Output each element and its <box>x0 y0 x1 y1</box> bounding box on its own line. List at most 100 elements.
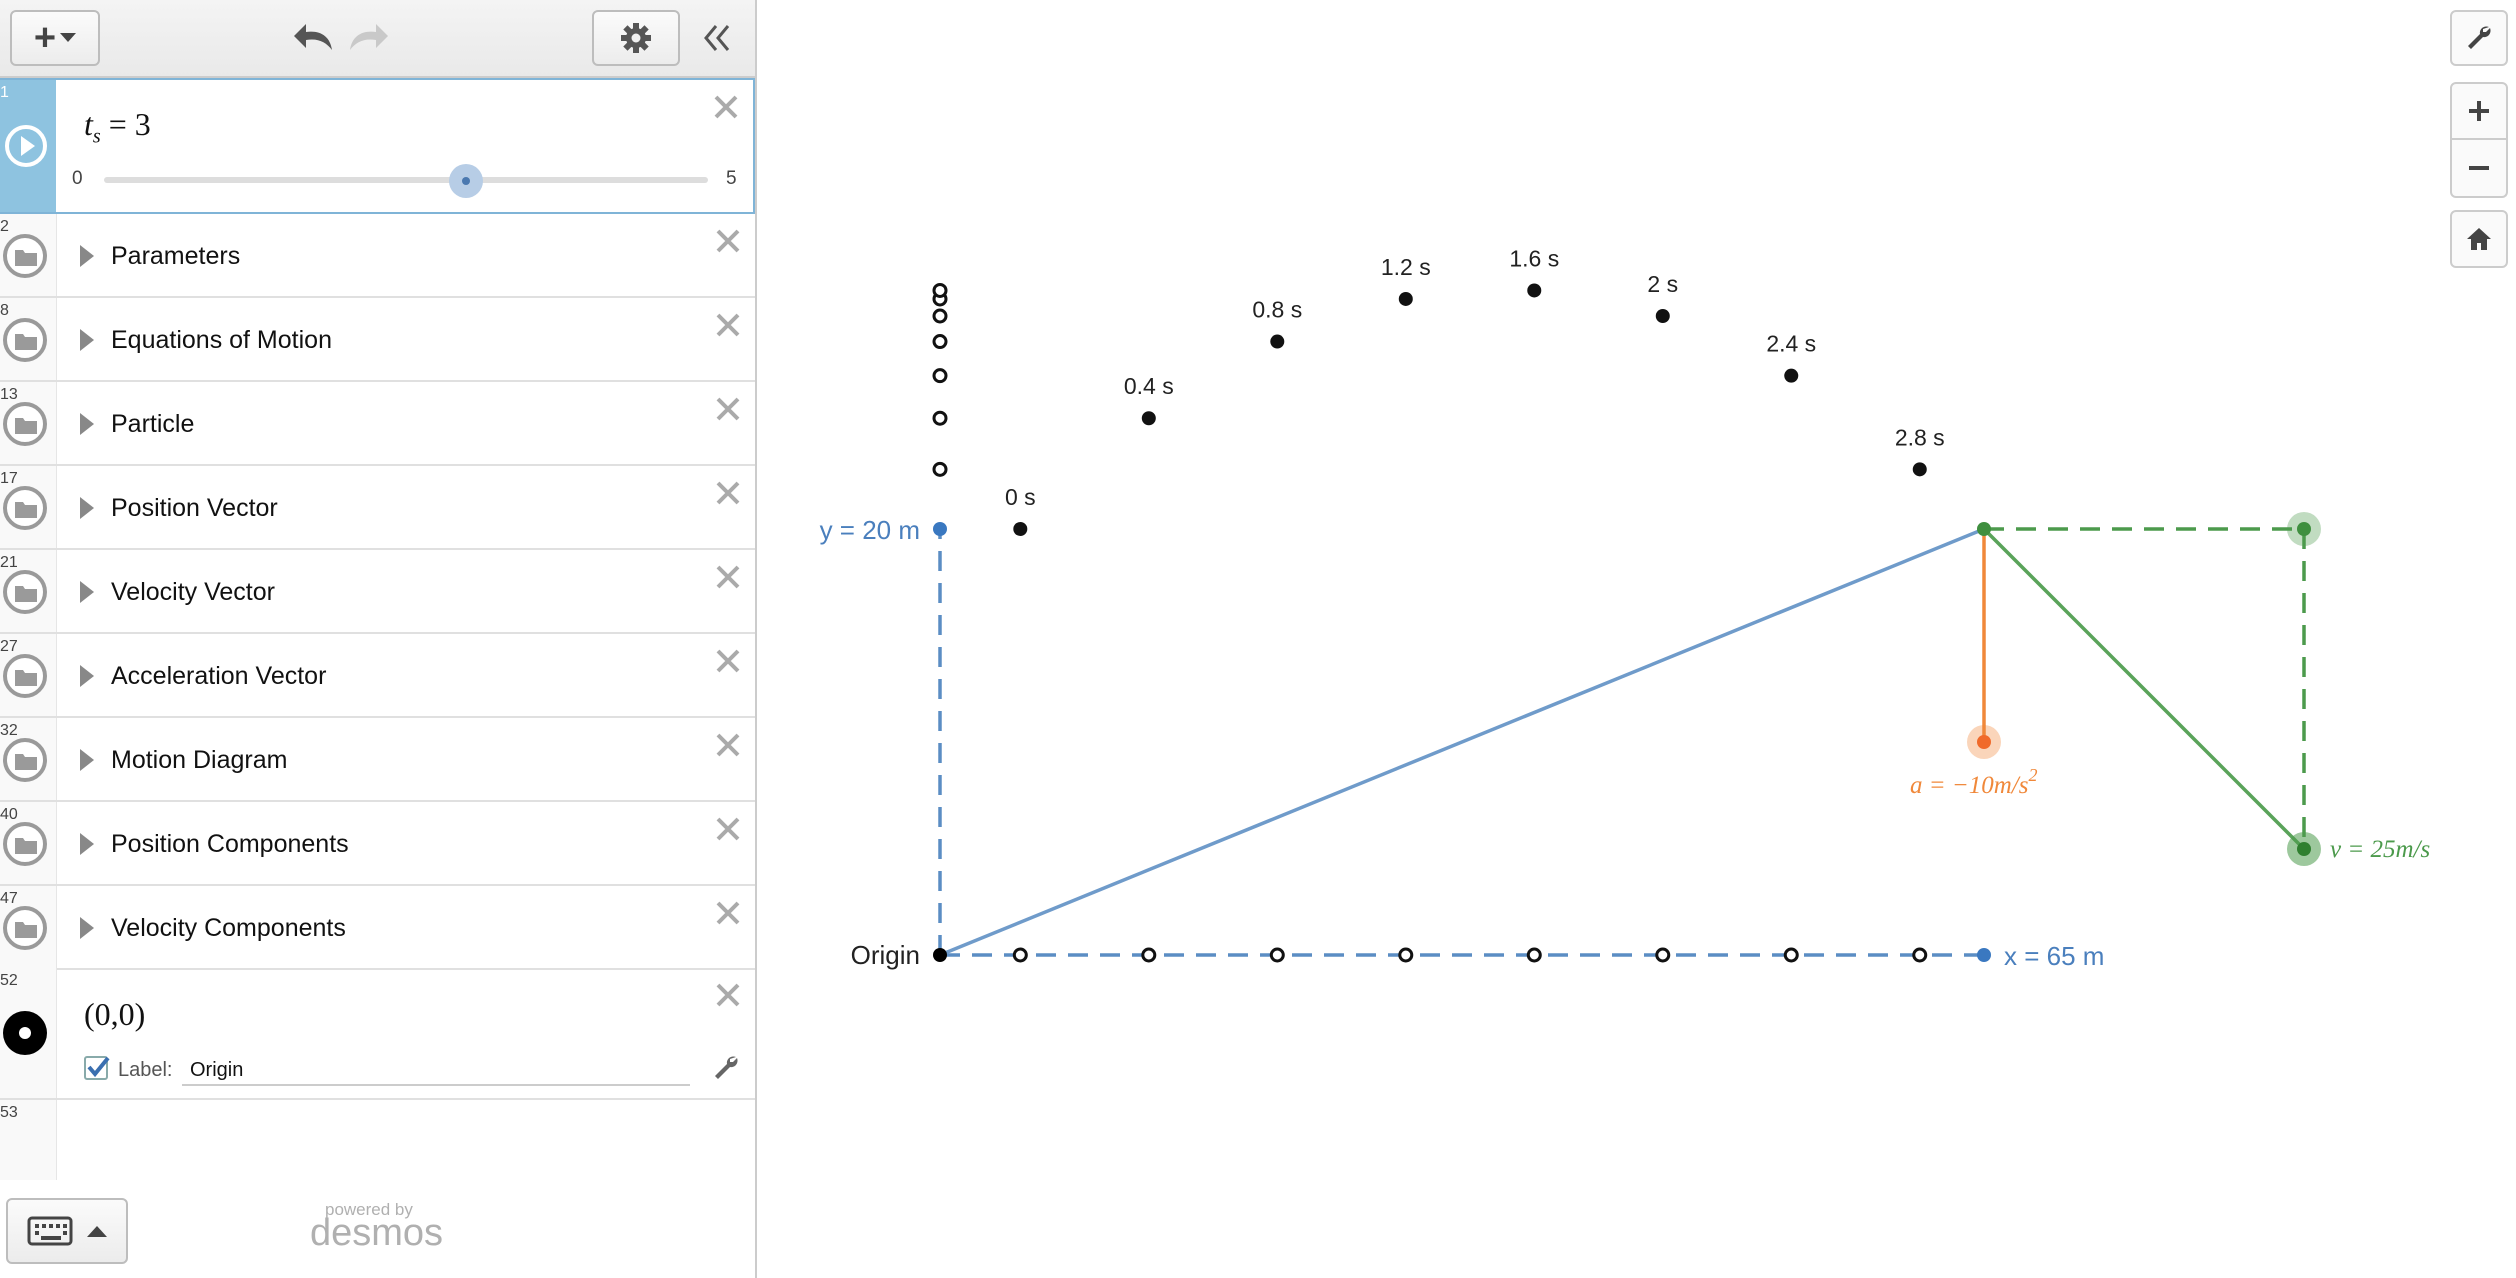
motion-diagram-point <box>1013 522 1028 536</box>
slider-track[interactable] <box>104 177 708 183</box>
expand-folder-icon[interactable] <box>80 245 94 267</box>
folder-row[interactable]: 8 Equations of Motion <box>0 298 755 382</box>
folder-label[interactable]: Velocity Components <box>111 914 346 943</box>
origin-point[interactable] <box>933 948 947 962</box>
delete-icon[interactable] <box>711 92 741 122</box>
graph-settings-button[interactable] <box>2450 10 2508 66</box>
folder-visibility-toggle[interactable] <box>3 486 47 530</box>
settings-button[interactable] <box>592 10 680 66</box>
folder-label[interactable]: Position Components <box>111 830 349 859</box>
x-trail-point <box>1269 947 1285 963</box>
double-chevron-left-icon[interactable] <box>700 22 732 54</box>
time-label: 0.8 s <box>1252 297 1302 323</box>
expand-folder-icon[interactable] <box>80 581 94 603</box>
row-number: 52 <box>0 972 18 989</box>
folder-label[interactable]: Velocity Vector <box>111 578 275 607</box>
velocity-handle-dot[interactable] <box>2297 842 2311 856</box>
zoom-out-button[interactable] <box>2450 140 2508 198</box>
delete-icon[interactable] <box>713 394 743 424</box>
folder-visibility-toggle[interactable] <box>3 738 47 782</box>
velocity-x-handle-dot[interactable] <box>2297 522 2311 536</box>
x-trail-point <box>1526 947 1542 963</box>
undo-icon[interactable] <box>292 20 336 56</box>
variable-subscript: s <box>92 125 101 148</box>
folder-label[interactable]: Equations of Motion <box>111 326 332 355</box>
velocity-label: v = 25m/s <box>2330 836 2430 863</box>
delete-icon[interactable] <box>713 562 743 592</box>
acceleration-handle-dot[interactable] <box>1977 735 1991 749</box>
folder-icon <box>15 250 37 266</box>
delete-icon[interactable] <box>713 898 743 928</box>
folder-label[interactable]: Motion Diagram <box>111 746 287 775</box>
redo-icon[interactable] <box>346 20 390 56</box>
slider-handle[interactable] <box>449 164 484 198</box>
play-icon[interactable] <box>4 124 48 168</box>
folder-label[interactable]: Particle <box>111 410 194 439</box>
folder-row[interactable]: 32 Motion Diagram <box>0 718 755 802</box>
row-number: 32 <box>0 722 18 739</box>
point-expression[interactable]: (0,0) <box>84 996 145 1033</box>
folder-visibility-toggle[interactable] <box>3 402 47 446</box>
slider-expression-row[interactable]: 1 ts = 3 0 5 <box>0 78 755 214</box>
checkmark-icon <box>87 1056 110 1078</box>
desmos-logo[interactable]: desmos <box>310 1212 443 1255</box>
delete-icon[interactable] <box>713 478 743 508</box>
add-item-button[interactable]: + <box>10 10 100 66</box>
point-expression-row[interactable]: 52 (0,0) Label: Origin <box>0 968 755 1100</box>
delete-icon[interactable] <box>713 980 743 1010</box>
variable-t: t <box>84 106 93 142</box>
x-endpoint[interactable] <box>1977 948 1991 962</box>
x-trail-point <box>1141 947 1157 963</box>
zoom-in-button[interactable] <box>2450 82 2508 140</box>
delete-icon[interactable] <box>713 310 743 340</box>
delete-icon[interactable] <box>713 226 743 256</box>
slider-max-label: 5 <box>726 168 737 189</box>
folder-visibility-toggle[interactable] <box>3 234 47 278</box>
folder-row[interactable]: 21 Velocity Vector <box>0 550 755 634</box>
plus-icon: + <box>33 17 57 59</box>
folder-visibility-toggle[interactable] <box>3 570 47 614</box>
delete-icon[interactable] <box>713 730 743 760</box>
y-endpoint[interactable] <box>933 522 947 536</box>
folder-label[interactable]: Parameters <box>111 242 240 271</box>
folder-visibility-toggle[interactable] <box>3 654 47 698</box>
delete-icon[interactable] <box>713 814 743 844</box>
particle-point[interactable] <box>1977 522 1991 536</box>
folder-icon <box>15 334 37 350</box>
keyboard-toggle-button[interactable] <box>6 1198 128 1264</box>
delete-icon[interactable] <box>713 646 743 676</box>
origin-label: Origin <box>851 940 920 970</box>
graph-canvas[interactable]: 0 s 0.4 s 0.8 s 1.2 s 1.6 s 2 s 2.4 s 2.8 s Ori… <box>757 0 2516 1278</box>
folder-row[interactable]: 47 Velocity Components <box>0 886 755 970</box>
row-number: 47 <box>0 890 18 907</box>
wrench-icon[interactable] <box>712 1054 740 1082</box>
expand-folder-icon[interactable] <box>80 665 94 687</box>
expand-folder-icon[interactable] <box>80 413 94 435</box>
folder-label[interactable]: Position Vector <box>111 494 278 523</box>
expand-folder-icon[interactable] <box>80 497 94 519</box>
slider-formula[interactable]: ts = 3 <box>84 106 151 148</box>
label-input-value: Origin <box>190 1059 244 1081</box>
default-viewport-button[interactable] <box>2450 210 2508 268</box>
folder-row[interactable]: 27 Acceleration Vector <box>0 634 755 718</box>
expand-folder-icon[interactable] <box>80 917 94 939</box>
expand-folder-icon[interactable] <box>80 833 94 855</box>
label-checkbox[interactable] <box>84 1056 110 1080</box>
folder-visibility-toggle[interactable] <box>3 906 47 950</box>
point-style-icon[interactable] <box>2 1010 48 1056</box>
expand-folder-icon[interactable] <box>80 329 94 351</box>
time-label: 2.4 s <box>1766 331 1816 357</box>
empty-expression-row[interactable]: 53 <box>0 1100 755 1180</box>
expand-folder-icon[interactable] <box>80 749 94 771</box>
folder-row[interactable]: 40 Position Components <box>0 802 755 886</box>
folder-label[interactable]: Acceleration Vector <box>111 662 326 691</box>
folder-visibility-toggle[interactable] <box>3 822 47 866</box>
folder-row[interactable]: 17 Position Vector <box>0 466 755 550</box>
position-vector <box>939 527 1985 957</box>
y-trail-point <box>932 308 948 324</box>
folder-row[interactable]: 13 Particle <box>0 382 755 466</box>
x-trail-point <box>1783 947 1799 963</box>
folder-row[interactable]: 2 Parameters <box>0 214 755 298</box>
label-input[interactable]: Origin <box>182 1054 690 1086</box>
folder-visibility-toggle[interactable] <box>3 318 47 362</box>
